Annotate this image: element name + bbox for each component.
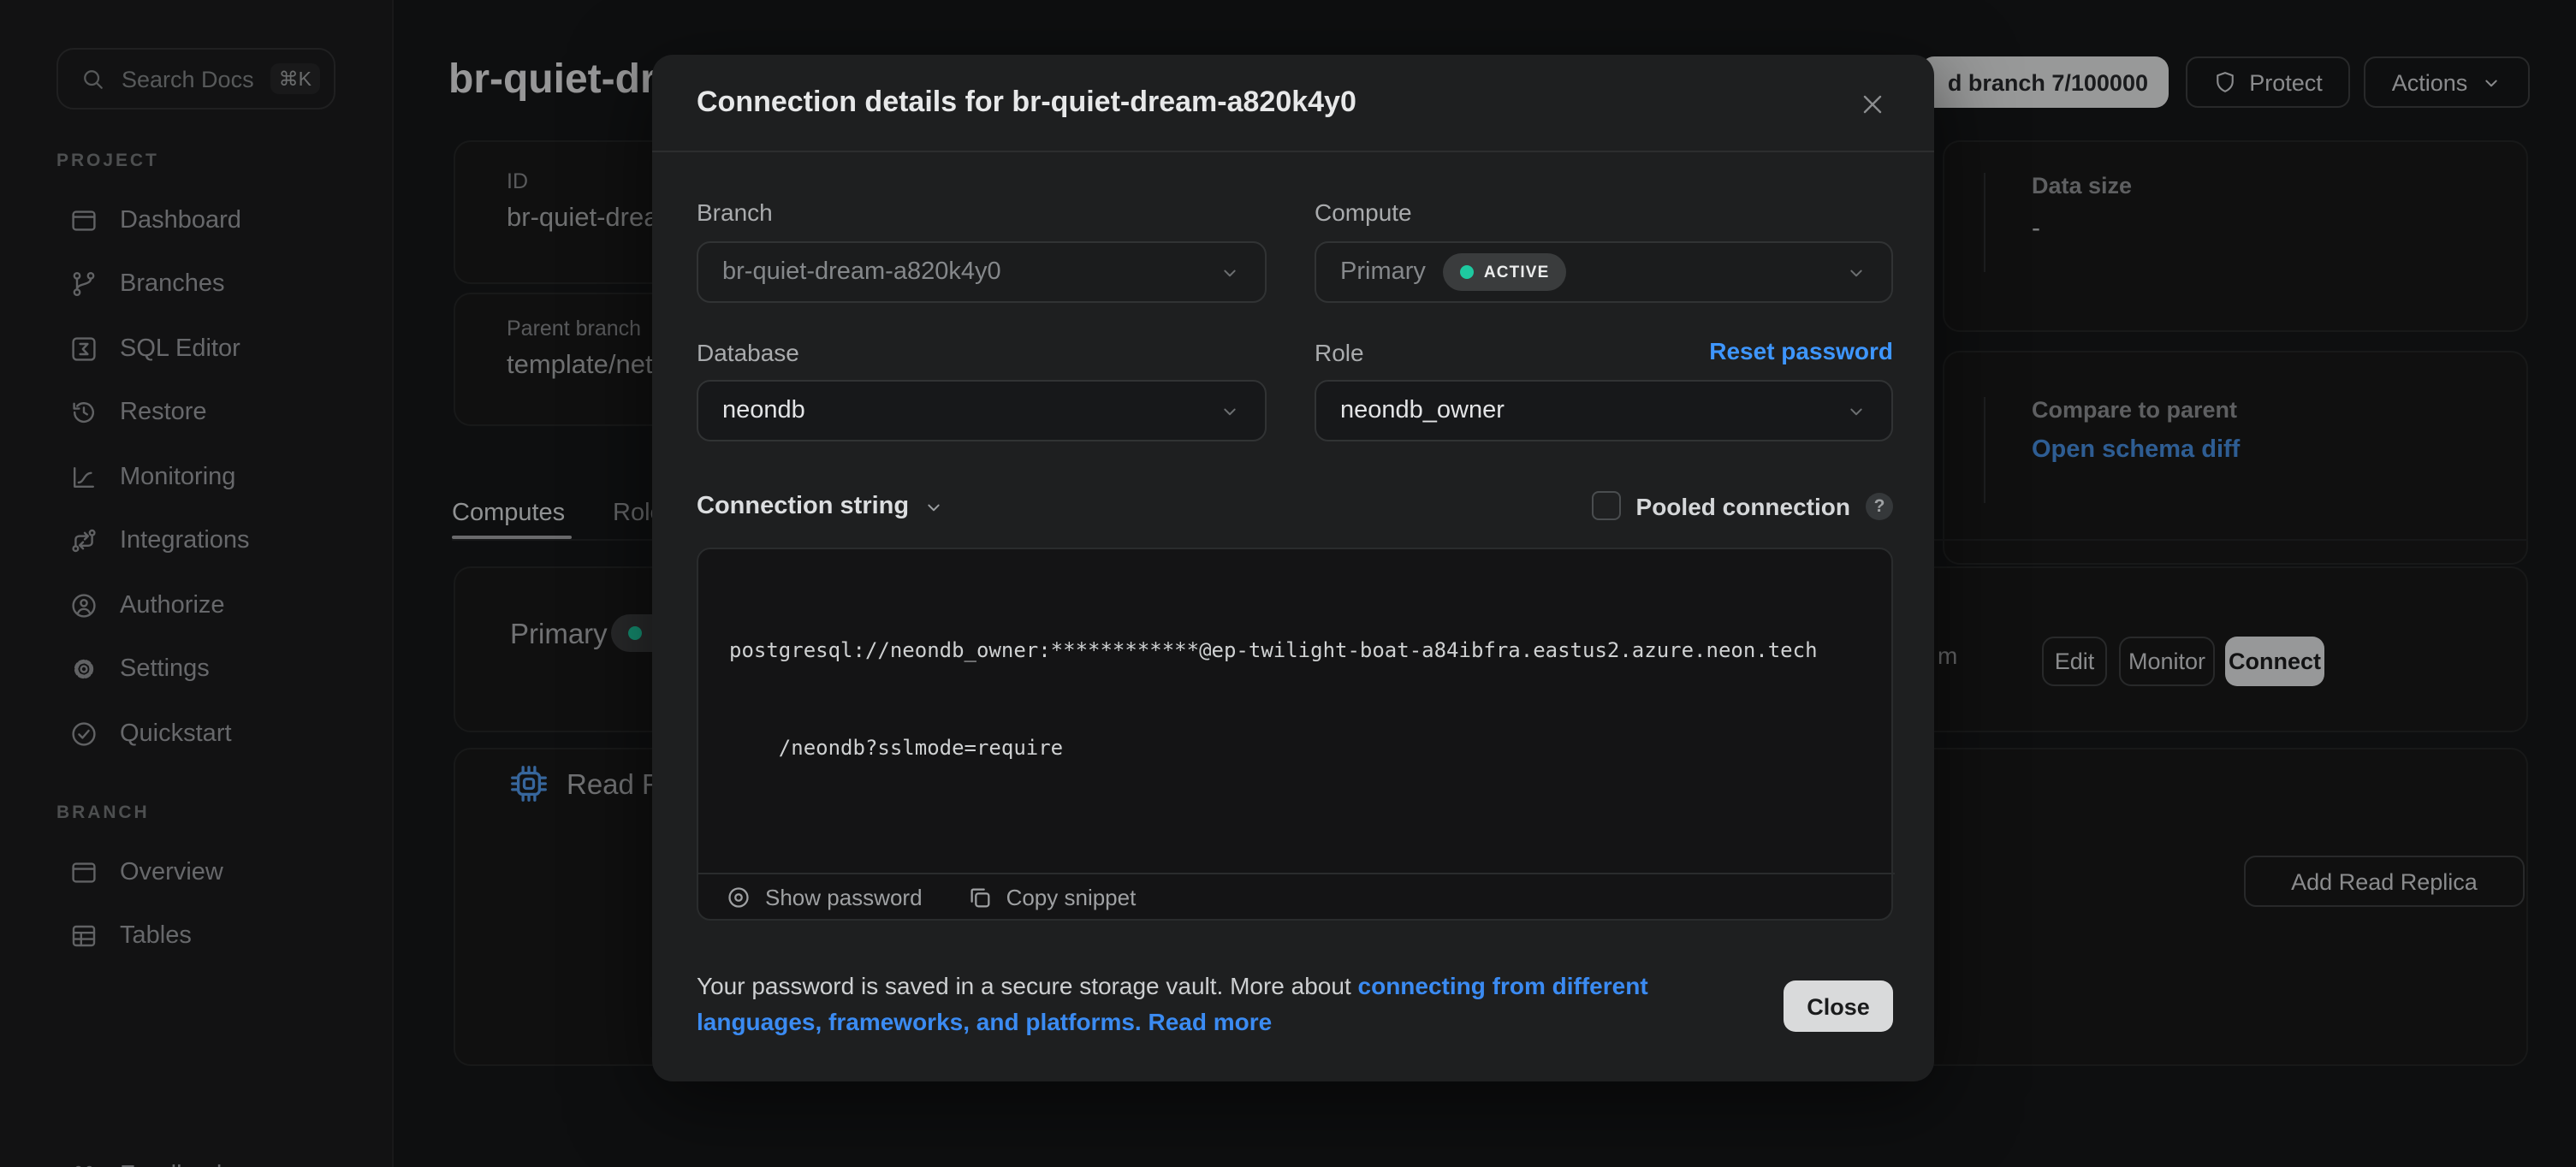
help-icon[interactable]: ? — [1866, 492, 1893, 519]
reset-password-link[interactable]: Reset password — [1709, 337, 1893, 364]
pooled-connection-group: Pooled connection ? — [1592, 491, 1893, 520]
role-label: Role — [1315, 339, 1364, 366]
code-toolbar: Show password Copy snippet — [698, 873, 1895, 921]
role-select[interactable]: neondb_owner — [1315, 380, 1893, 441]
close-button[interactable]: Close — [1784, 980, 1893, 1032]
database-select[interactable]: neondb — [697, 380, 1267, 441]
eye-icon — [726, 885, 751, 910]
modal-title: Connection details for br-quiet-dream-a8… — [697, 86, 1356, 120]
pooled-connection-checkbox[interactable] — [1592, 491, 1621, 520]
connection-details-modal: Connection details for br-quiet-dream-a8… — [652, 55, 1934, 1081]
copy-icon — [967, 885, 993, 910]
show-password-button[interactable]: Show password — [726, 885, 923, 910]
read-more-link[interactable]: Read more — [1149, 1008, 1273, 1035]
connection-string-selector[interactable]: Connection string — [697, 493, 945, 520]
compute-select[interactable]: Primary ACTIVE — [1315, 241, 1893, 303]
active-dot — [1460, 265, 1474, 279]
pooled-connection-label: Pooled connection — [1636, 492, 1850, 519]
chevron-down-icon — [923, 495, 945, 518]
chevron-down-icon — [1219, 261, 1241, 283]
modal-header-divider — [652, 151, 1934, 152]
connection-string-box: postgresql://neondb_owner:************@e… — [697, 548, 1893, 921]
modal-footer-text: Your password is saved in a secure stora… — [697, 969, 1744, 1040]
branch-select[interactable]: br-quiet-dream-a820k4y0 — [697, 241, 1267, 303]
branch-label: Branch — [697, 198, 773, 226]
compute-active-badge: ACTIVE — [1443, 253, 1567, 291]
close-icon[interactable] — [1855, 87, 1890, 121]
copy-snippet-button[interactable]: Copy snippet — [967, 885, 1137, 910]
chevron-down-icon — [1845, 400, 1867, 422]
chevron-down-icon — [1219, 400, 1241, 422]
connection-string-code: postgresql://neondb_owner:************@e… — [729, 570, 1864, 830]
compute-label: Compute — [1315, 198, 1412, 226]
chevron-down-icon — [1845, 261, 1867, 283]
database-label: Database — [697, 339, 799, 366]
